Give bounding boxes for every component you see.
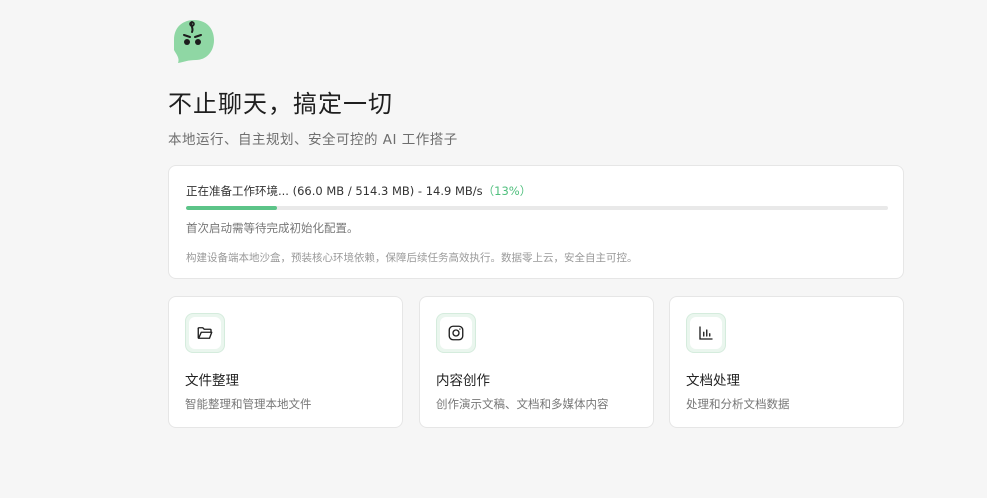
progress-status-text: 正在准备工作环境... (66.0 MB / 514.3 MB) - 14.9 …: [186, 184, 483, 198]
setup-page: 不止聊天，搞定一切 本地运行、自主规划、安全可控的 AI 工作搭子 正在准备工作…: [0, 0, 987, 498]
feature-description: 创作演示文稿、文档和多媒体内容: [436, 397, 609, 411]
progress-bar: [186, 206, 888, 210]
camera-square-icon: [436, 313, 476, 353]
feature-card-file-organize[interactable]: 文件整理 智能整理和管理本地文件: [168, 296, 403, 428]
feature-card-document-processing[interactable]: 文档处理 处理和分析文档数据: [669, 296, 904, 428]
page-subtitle: 本地运行、自主规划、安全可控的 AI 工作搭子: [168, 132, 458, 148]
green-ghost-mascot-icon: [168, 18, 216, 64]
progress-hint: 首次启动需等待完成初始化配置。: [186, 221, 359, 235]
folder-open-icon: [185, 313, 225, 353]
feature-title: 内容创作: [436, 373, 490, 389]
feature-description: 智能整理和管理本地文件: [185, 397, 312, 411]
setup-progress-card: 正在准备工作环境... (66.0 MB / 514.3 MB) - 14.9 …: [168, 165, 904, 279]
progress-status: 正在准备工作环境... (66.0 MB / 514.3 MB) - 14.9 …: [186, 183, 531, 199]
feature-card-content-creation[interactable]: 内容创作 创作演示文稿、文档和多媒体内容: [419, 296, 654, 428]
feature-description: 处理和分析文档数据: [686, 397, 790, 411]
feature-title: 文档处理: [686, 373, 740, 389]
progress-bar-fill: [186, 206, 278, 210]
feature-title: 文件整理: [185, 373, 239, 389]
page-headline: 不止聊天，搞定一切: [168, 90, 393, 118]
progress-description: 构建设备端本地沙盒，预装核心环境依赖，保障后续任务高效执行。数据零上云，安全自主…: [186, 252, 638, 264]
progress-percent-text: （13%）: [482, 184, 532, 198]
bar-chart-icon: [686, 313, 726, 353]
